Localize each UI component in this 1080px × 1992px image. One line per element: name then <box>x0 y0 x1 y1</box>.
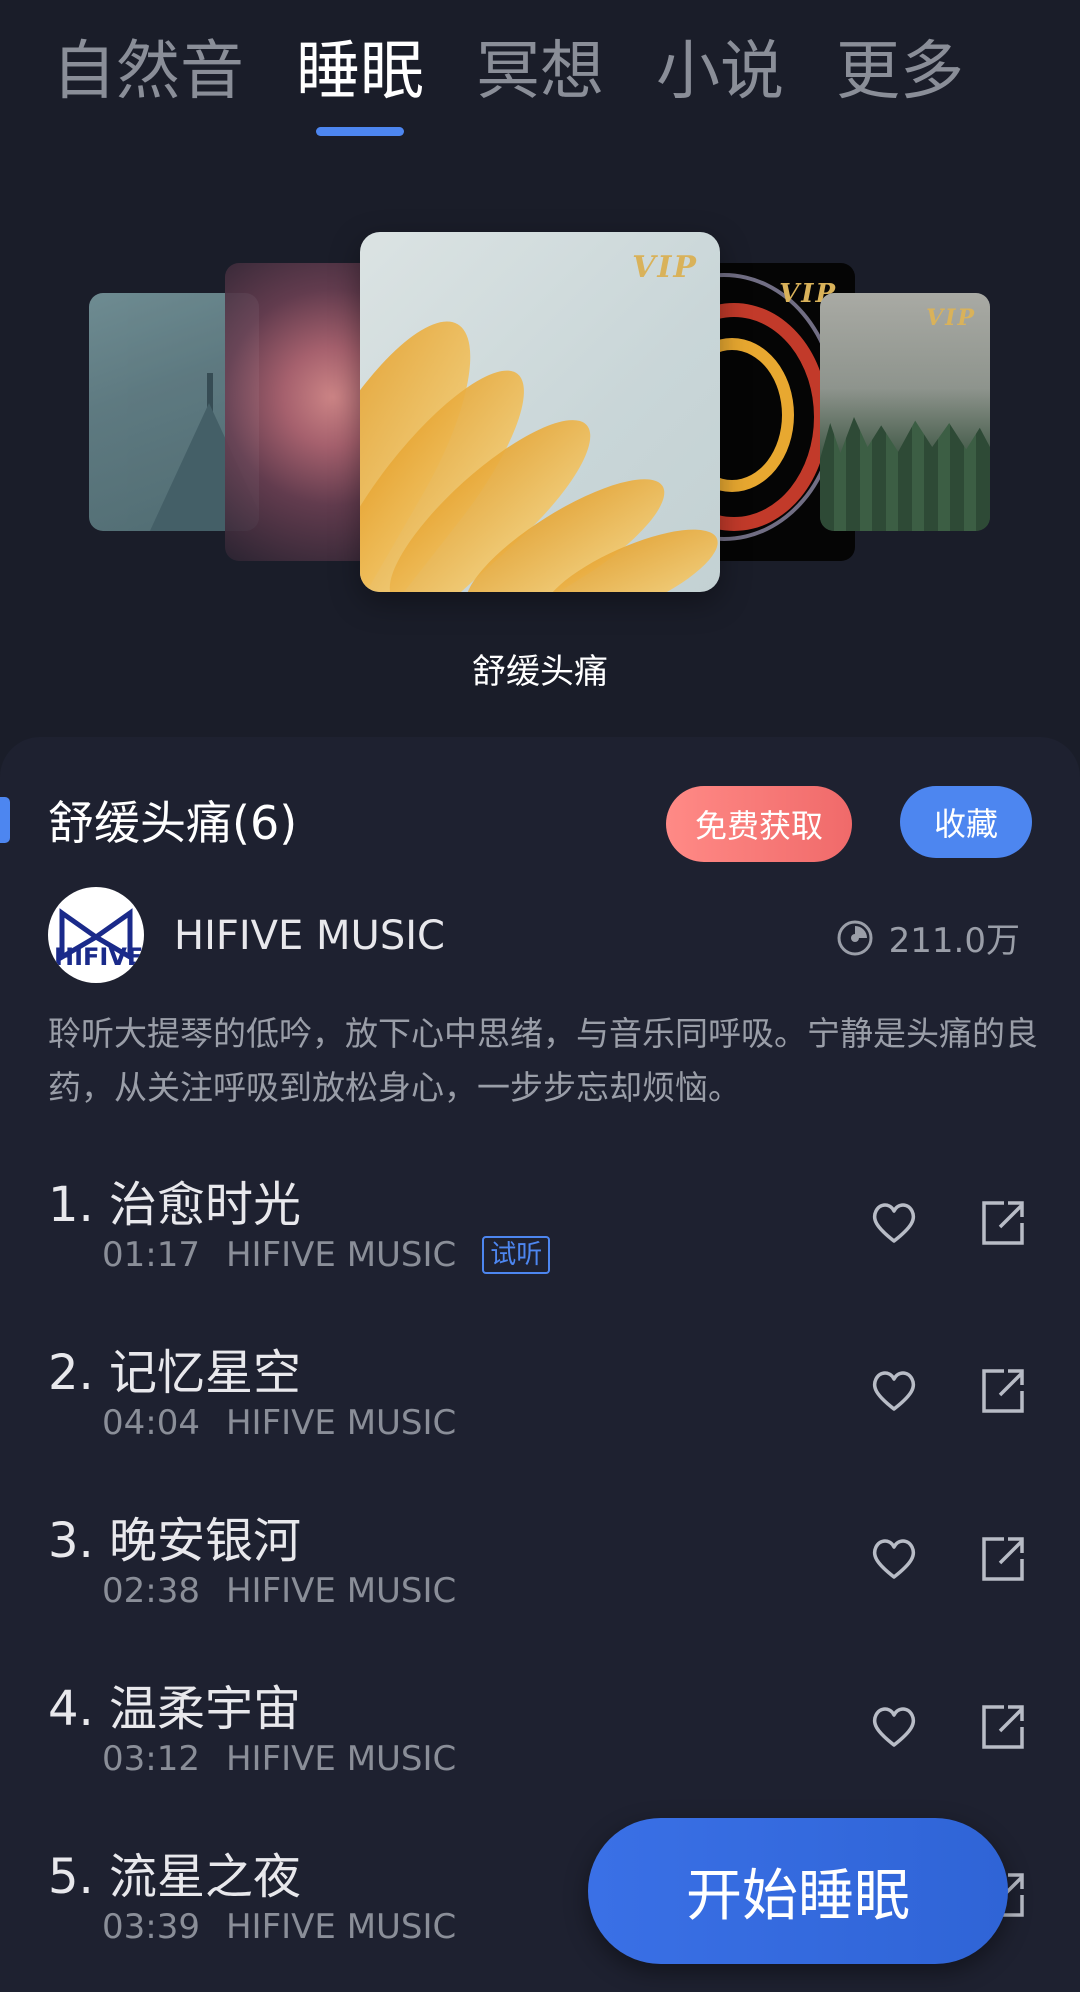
track-row[interactable]: 3. 晚安银河 02:38 HIFIVE MUSIC <box>0 1501 1080 1651</box>
track-title: 3. 晚安银河 <box>48 1513 302 1569</box>
heart-icon[interactable] <box>866 1699 922 1755</box>
tab-meditation[interactable]: 冥想 <box>476 32 604 112</box>
avatar[interactable]: HIFIVE <box>48 887 144 983</box>
track-meta: 04:04 HIFIVE MUSIC <box>102 1403 456 1443</box>
title-accent-bar <box>0 797 10 843</box>
free-get-button[interactable]: 免费获取 <box>666 786 852 862</box>
track-row[interactable]: 4. 温柔宇宙 03:12 HIFIVE MUSIC <box>0 1669 1080 1819</box>
track-title: 2. 记忆星空 <box>48 1345 302 1401</box>
play-count-icon <box>837 920 873 955</box>
track-row[interactable]: 1. 治愈时光 01:17 HIFIVE MUSIC 试听 <box>0 1165 1080 1315</box>
track-duration: 02:38 <box>102 1571 200 1611</box>
track-meta: 02:38 HIFIVE MUSIC <box>102 1571 456 1611</box>
start-sleep-button[interactable]: 开始睡眠 <box>588 1818 1008 1964</box>
track-title: 1. 治愈时光 <box>48 1177 302 1233</box>
track-meta: 03:12 HIFIVE MUSIC <box>102 1739 456 1779</box>
tab-novel[interactable]: 小说 <box>656 32 784 112</box>
album-card-forest[interactable]: VIP <box>820 293 990 531</box>
avatar-label: HIFIVE <box>54 943 144 971</box>
album-caption: 舒缓头痛 <box>472 652 608 692</box>
playlist-title: 舒缓头痛(6) <box>48 796 298 850</box>
share-icon[interactable] <box>974 1531 1030 1587</box>
heart-icon[interactable] <box>866 1531 922 1587</box>
tab-more[interactable]: 更多 <box>836 32 964 112</box>
track-meta: 01:17 HIFIVE MUSIC 试听 <box>102 1235 551 1275</box>
track-artist: HIFIVE MUSIC <box>225 1907 457 1947</box>
playlist-description: 聆听大提琴的低吟，放下心中思绪，与音乐同呼吸。宁静是头痛的良药，从关注呼吸到放松… <box>48 1014 1038 1107</box>
share-icon[interactable] <box>974 1195 1030 1251</box>
heart-icon[interactable] <box>866 1195 922 1251</box>
tab-sleep-label: 睡眠 <box>296 35 424 109</box>
vip-badge: VIP <box>926 305 976 331</box>
share-icon[interactable] <box>974 1699 1030 1755</box>
play-count-value: 211.0万 <box>888 921 1020 961</box>
track-artist: HIFIVE MUSIC <box>225 1403 457 1443</box>
vip-badge: VIP <box>632 250 698 285</box>
track-duration: 01:17 <box>102 1235 200 1275</box>
author-name[interactable]: HIFIVE MUSIC <box>174 913 445 959</box>
tab-sleep[interactable]: 睡眠 <box>296 32 424 136</box>
track-meta: 03:39 HIFIVE MUSIC <box>102 1907 456 1947</box>
favorite-button[interactable]: 收藏 <box>900 786 1032 858</box>
track-artist: HIFIVE MUSIC <box>225 1739 457 1779</box>
share-icon[interactable] <box>974 1363 1030 1419</box>
play-count: 211.0万 <box>835 913 1020 962</box>
trial-badge: 试听 <box>482 1236 551 1274</box>
heart-icon[interactable] <box>866 1363 922 1419</box>
tab-nature-sounds[interactable]: 自然音 <box>52 32 244 112</box>
track-artist: HIFIVE MUSIC <box>225 1235 457 1275</box>
track-row[interactable]: 2. 记忆星空 04:04 HIFIVE MUSIC <box>0 1333 1080 1483</box>
category-tabs: 自然音 睡眠 冥想 小说 更多 <box>52 32 964 136</box>
track-duration: 03:39 <box>102 1907 200 1947</box>
album-card-featured[interactable]: VIP <box>360 232 720 592</box>
track-duration: 04:04 <box>102 1403 200 1443</box>
track-duration: 03:12 <box>102 1739 200 1779</box>
track-title: 4. 温柔宇宙 <box>48 1681 302 1737</box>
active-tab-indicator <box>316 127 404 136</box>
track-title: 5. 流星之夜 <box>48 1849 302 1905</box>
track-artist: HIFIVE MUSIC <box>225 1571 457 1611</box>
album-carousel: VIP VIP VIP <box>0 232 1080 592</box>
